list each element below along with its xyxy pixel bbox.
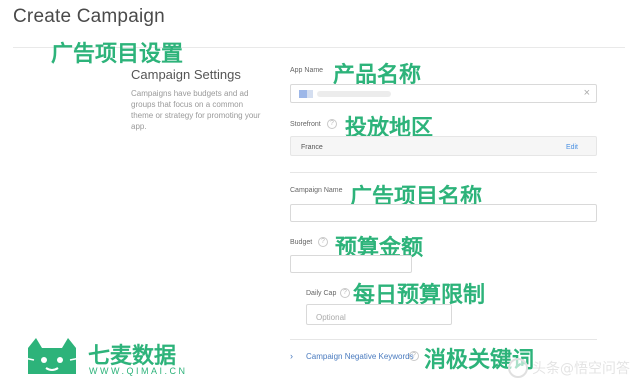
storefront-label: Storefront xyxy=(290,121,321,128)
logo-url: WWW.QIMAI.CN xyxy=(89,366,188,376)
clear-icon[interactable]: × xyxy=(584,87,590,99)
storefront-value: France xyxy=(301,144,323,151)
campaign-name-label: Campaign Name xyxy=(290,187,343,194)
budget-label: Budget xyxy=(290,239,313,246)
annotation-ad-settings: 广告项目设置 xyxy=(51,42,184,67)
daily-cap-placeholder: Optional xyxy=(316,313,346,322)
section-title: Campaign Settings xyxy=(131,67,241,82)
watermark-text: 头条@悟空问答 xyxy=(532,361,630,377)
help-icon[interactable]: ? xyxy=(327,119,337,129)
app-name-label: App Name xyxy=(290,67,324,74)
chevron-right-icon: › xyxy=(290,351,293,361)
watermark-logo-icon xyxy=(508,358,528,378)
daily-cap-label: Daily Cap xyxy=(306,290,337,297)
app-icon-secondary xyxy=(307,90,313,98)
help-icon[interactable]: ? xyxy=(409,351,419,361)
page-title: Create Campaign xyxy=(13,6,165,27)
divider xyxy=(290,339,597,340)
divider xyxy=(290,172,597,173)
help-icon[interactable]: ? xyxy=(318,237,328,247)
cat-logo-icon xyxy=(23,338,81,374)
storefront-edit-link[interactable]: Edit xyxy=(566,144,578,151)
app-name-field[interactable]: × xyxy=(290,84,597,103)
section-description: Campaigns have budgets and ad groups tha… xyxy=(131,89,261,131)
negative-keywords-label: Campaign Negative Keywords xyxy=(306,352,414,361)
watermark: 头条@悟空问答 xyxy=(508,358,630,378)
app-name-blurred xyxy=(317,91,391,97)
app-icon xyxy=(299,90,307,98)
budget-input[interactable] xyxy=(290,255,412,273)
help-icon[interactable]: ? xyxy=(340,288,350,298)
storefront-field: France Edit xyxy=(290,136,597,156)
campaign-name-input[interactable] xyxy=(290,204,597,222)
daily-cap-input[interactable]: Optional xyxy=(306,304,452,325)
